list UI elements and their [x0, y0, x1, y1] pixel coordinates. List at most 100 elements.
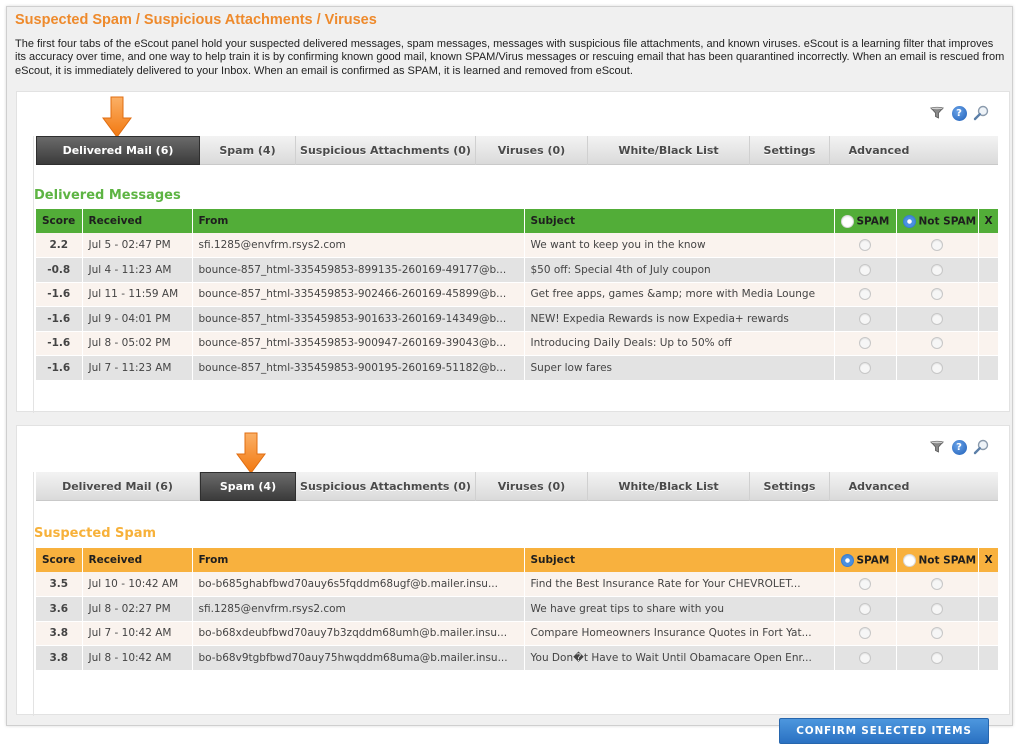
select-all-not-spam[interactable]: Not SPAM	[896, 209, 979, 233]
spam-radio[interactable]	[859, 239, 871, 251]
radio-button[interactable]	[840, 553, 854, 567]
not-spam-radio[interactable]	[931, 337, 943, 350]
spam-radio-cell	[834, 645, 897, 671]
col-subject-header[interactable]: Subject	[524, 209, 835, 233]
clear-selection-button[interactable]: X	[978, 548, 999, 572]
table-row[interactable]: -1.6 Jul 7 - 11:23 AM bounce-857_html-3354…	[36, 355, 999, 381]
table-row[interactable]: -1.6 Jul 9 - 04:01 PM bounce-857_html-3354…	[36, 306, 999, 332]
score-cell: 3.5	[36, 572, 83, 597]
subject-link[interactable]: We have great tips to share with you	[524, 596, 835, 622]
from-cell: bounce-857_html-335459853-899135-260169-…	[192, 257, 525, 283]
tab-suspicious-attachments[interactable]: Suspicious Attachments (0)	[296, 136, 476, 165]
table-row[interactable]: 3.6 Jul 8 - 02:27 PM sfi.1285@envfrm.rsys2…	[36, 596, 999, 622]
not-spam-radio-cell	[896, 233, 979, 258]
tab-settings[interactable]: Settings	[750, 472, 830, 501]
spam-messages-table: Score Received From Subject SPAM Not SPAM X 3.5…	[36, 548, 999, 671]
table-header: Score Received From Subject SPAM Not SPAM X	[36, 548, 999, 572]
subject-link[interactable]: Introducing Daily Deals: Up to 50% off	[524, 331, 835, 356]
help-icon[interactable]: ?	[951, 439, 967, 455]
not-spam-radio[interactable]	[931, 239, 943, 251]
tab-delivered-mail[interactable]: Delivered Mail (6)	[36, 136, 200, 165]
not-spam-radio[interactable]	[931, 312, 943, 325]
tab-white-black-list[interactable]: White/Black List	[588, 136, 750, 165]
col-score-header[interactable]: Score	[36, 548, 83, 572]
tab-spam[interactable]: Spam (4)	[200, 472, 296, 501]
subject-link[interactable]: $50 off: Special 4th of July coupon	[524, 257, 835, 283]
spam-radio[interactable]	[859, 602, 871, 615]
not-spam-radio[interactable]	[931, 651, 943, 664]
select-all-spam[interactable]: SPAM	[834, 548, 897, 572]
spam-radio[interactable]	[859, 288, 871, 301]
escout-container: Suspected Spam / Suspicious Attachments …	[6, 6, 1013, 744]
select-all-not-spam[interactable]: Not SPAM	[896, 548, 979, 572]
search-icon[interactable]	[973, 439, 989, 455]
table-row[interactable]: 3.5 Jul 10 - 10:42 AM bo-b685ghabfbwd70auy…	[36, 572, 999, 597]
not-spam-radio-cell	[896, 596, 979, 622]
radio-button[interactable]	[840, 214, 854, 228]
tab-viruses[interactable]: Viruses (0)	[476, 472, 588, 501]
subject-link[interactable]: Compare Homeowners Insurance Quotes in F…	[524, 621, 835, 646]
spam-radio-cell	[834, 355, 897, 381]
subject-link[interactable]: NEW! Expedia Rewards is now Expedia+ rew…	[524, 306, 835, 332]
table-row[interactable]: -1.6 Jul 11 - 11:59 AM bounce-857_html-335…	[36, 282, 999, 307]
tab-spam[interactable]: Spam (4)	[200, 136, 296, 165]
spam-radio[interactable]	[859, 627, 871, 640]
col-from-header[interactable]: From	[192, 209, 525, 233]
spam-radio[interactable]	[859, 337, 871, 350]
spam-radio[interactable]	[859, 361, 871, 374]
subject-link[interactable]: You Don�t Have to Wait Until Obamacare O…	[524, 645, 835, 671]
score-cell: -1.6	[36, 282, 83, 307]
section-title: Suspected Spam	[34, 526, 157, 541]
not-spam-radio[interactable]	[931, 361, 943, 374]
table-header: Score Received From Subject SPAM Not SPAM X	[36, 209, 999, 233]
tab-white-black-list[interactable]: White/Black List	[588, 472, 750, 501]
col-received-header[interactable]: Received	[82, 209, 193, 233]
table-row[interactable]: 3.8 Jul 8 - 10:42 AM bo-b68v9tgbfbwd70auy7…	[36, 645, 999, 671]
subject-link[interactable]: Find the Best Insurance Rate for Your CH…	[524, 572, 835, 597]
tab-viruses[interactable]: Viruses (0)	[476, 136, 588, 165]
table-row[interactable]: 3.8 Jul 7 - 10:42 AM bo-b68xdeubfbwd70auy7…	[36, 621, 999, 646]
subject-link[interactable]: We want to keep you in the know	[524, 233, 835, 258]
spam-radio[interactable]	[859, 312, 871, 325]
spam-radio[interactable]	[859, 651, 871, 664]
not-spam-radio[interactable]	[931, 578, 943, 590]
table-row[interactable]: -0.8 Jul 4 - 11:23 AM bounce-857_html-3354…	[36, 257, 999, 283]
not-spam-radio[interactable]	[931, 288, 943, 301]
table-row[interactable]: -1.6 Jul 8 - 05:02 PM bounce-857_html-3354…	[36, 331, 999, 356]
x-cell	[978, 233, 999, 258]
filter-icon[interactable]	[929, 105, 945, 121]
table-row[interactable]: 2.2 Jul 5 - 02:47 PM sfi.1285@envfrm.rsys2…	[36, 233, 999, 258]
tab-advanced[interactable]: Advanced	[830, 472, 928, 501]
received-cell: Jul 8 - 05:02 PM	[82, 331, 193, 356]
col-score-header[interactable]: Score	[36, 209, 83, 233]
help-glyph: ?	[951, 439, 967, 455]
received-cell: Jul 10 - 10:42 AM	[82, 572, 193, 597]
subject-link[interactable]: Get free apps, games &amp; more with Med…	[524, 282, 835, 307]
tab-delivered-mail[interactable]: Delivered Mail (6)	[36, 472, 200, 501]
tab-suspicious-attachments[interactable]: Suspicious Attachments (0)	[296, 472, 476, 501]
spam-radio[interactable]	[859, 578, 871, 590]
not-spam-radio[interactable]	[931, 627, 943, 640]
header-row: Score Received From Subject SPAM Not SPAM X	[36, 209, 999, 233]
arrow-indicator-icon	[102, 96, 132, 138]
confirm-selected-button[interactable]: CONFIRM SELECTED ITEMS	[779, 718, 989, 744]
spam-radio[interactable]	[859, 263, 871, 276]
col-subject-header[interactable]: Subject	[524, 548, 835, 572]
col-from-header[interactable]: From	[192, 548, 525, 572]
help-icon[interactable]: ?	[951, 105, 967, 121]
col-received-header[interactable]: Received	[82, 548, 193, 572]
clear-selection-button[interactable]: X	[978, 209, 999, 233]
subject-link[interactable]: Super low fares	[524, 355, 835, 381]
tab-settings[interactable]: Settings	[750, 136, 830, 165]
not-spam-radio[interactable]	[931, 263, 943, 276]
not-spam-radio[interactable]	[931, 602, 943, 615]
filter-icon[interactable]	[929, 439, 945, 455]
tab-advanced[interactable]: Advanced	[830, 136, 928, 165]
spam-radio-cell	[834, 257, 897, 283]
delivered-content: Delivered Mail (6) Spam (4) Suspicious Att…	[33, 136, 1005, 456]
radio-button[interactable]	[902, 214, 916, 228]
radio-button[interactable]	[902, 553, 916, 567]
not-spam-radio-cell	[896, 306, 979, 332]
select-all-spam[interactable]: SPAM	[834, 209, 897, 233]
search-icon[interactable]	[973, 105, 989, 121]
